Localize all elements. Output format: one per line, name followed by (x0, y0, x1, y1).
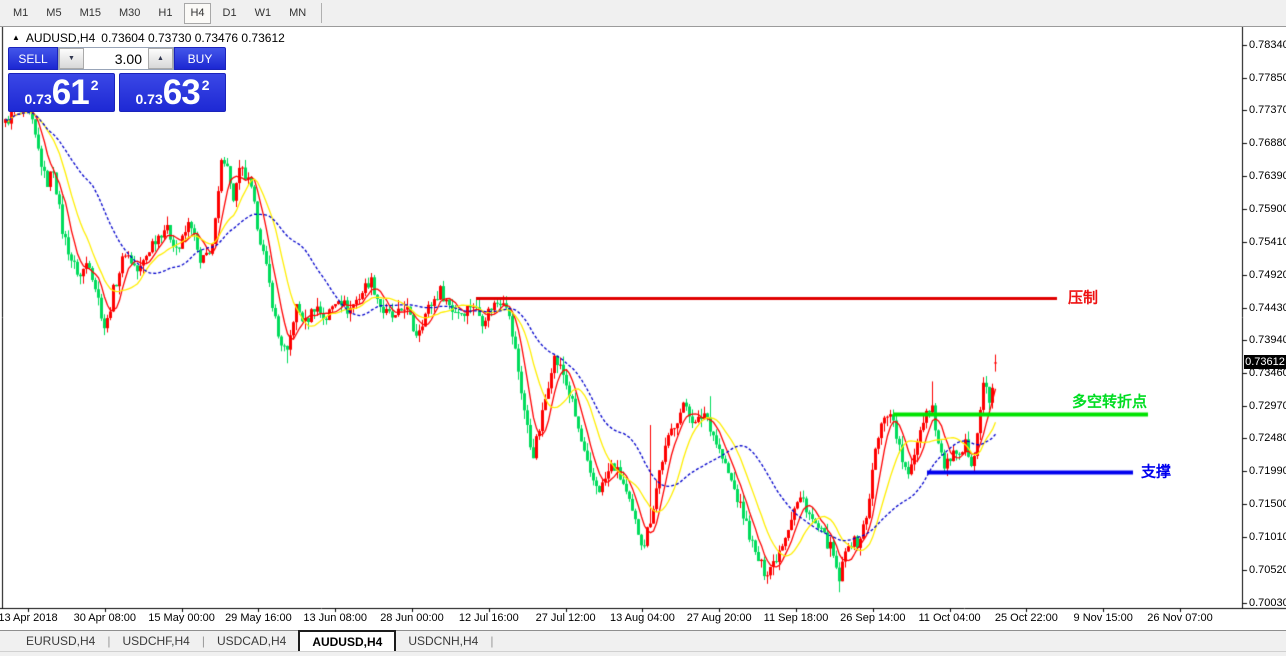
chart-tab-eurusd-h4[interactable]: EURUSD,H4 (14, 631, 107, 651)
sell-price-prefix: 0.73 (25, 91, 52, 107)
y-axis-tick-label: 0.76880 (1249, 137, 1286, 149)
x-axis-tick-label: 28 Jun 00:00 (380, 612, 444, 624)
x-axis-tick-label: 12 Jul 16:00 (459, 612, 519, 624)
volume-decrease-icon[interactable]: ▼ (59, 48, 84, 69)
buy-button[interactable]: BUY (174, 47, 226, 70)
price-chart-canvas[interactable] (0, 27, 1286, 630)
y-axis-tick-label: 0.71500 (1249, 498, 1286, 510)
buy-price-big: 63 (163, 75, 200, 110)
y-axis-tick-label: 0.74430 (1249, 302, 1286, 314)
x-axis-tick-label: 13 Apr 2018 (0, 612, 58, 624)
y-axis-tick-label: 0.78340 (1249, 39, 1286, 51)
y-axis-tick-label: 0.72970 (1249, 400, 1286, 412)
y-axis-tick-label: 0.77370 (1249, 104, 1286, 116)
chart-window: ▲ AUDUSD,H4 0.73604 0.73730 0.73476 0.73… (0, 27, 1286, 630)
timeframe-button-m1[interactable]: M1 (7, 3, 34, 24)
chart-symbol-period: AUDUSD,H4 (26, 31, 95, 45)
y-axis-tick-label: 0.73460 (1249, 367, 1286, 379)
timeframe-button-h1[interactable]: H1 (152, 3, 178, 24)
chart-tab-audusd-h4[interactable]: AUDUSD,H4 (298, 630, 396, 651)
sell-button[interactable]: SELL (8, 47, 58, 70)
status-bar (0, 651, 1286, 656)
timeframe-button-m15[interactable]: M15 (74, 3, 107, 24)
annotation-label: 多空转折点 (1072, 391, 1147, 412)
x-axis-tick-label: 27 Jul 12:00 (536, 612, 596, 624)
volume-increase-icon[interactable]: ▲ (148, 48, 173, 69)
y-axis-tick-label: 0.70520 (1249, 564, 1286, 576)
timeframe-button-w1[interactable]: W1 (249, 3, 278, 24)
y-axis-tick-label: 0.77850 (1249, 72, 1286, 84)
volume-stepper: ▼ 3.00 ▲ (58, 47, 174, 70)
annotation-label: 支撑 (1141, 461, 1171, 482)
x-axis-tick-label: 27 Aug 20:00 (687, 612, 752, 624)
timeframe-button-mn[interactable]: MN (283, 3, 312, 24)
x-axis-tick-label: 26 Nov 07:00 (1147, 612, 1212, 624)
volume-input[interactable]: 3.00 (84, 48, 148, 69)
x-axis-tick-label: 26 Sep 14:00 (840, 612, 905, 624)
annotation-label: 压制 (1068, 287, 1098, 308)
sell-price-big: 61 (52, 75, 89, 110)
x-axis-tick-label: 30 Apr 08:00 (74, 612, 136, 624)
timeframe-button-m5[interactable]: M5 (40, 3, 67, 24)
chart-title: ▲ AUDUSD,H4 0.73604 0.73730 0.73476 0.73… (12, 31, 285, 45)
y-axis-tick-label: 0.70030 (1249, 597, 1286, 609)
chart-tab-usdcad-h4[interactable]: USDCAD,H4 (205, 631, 298, 651)
chart-expand-icon[interactable]: ▲ (12, 33, 20, 42)
x-axis-tick-label: 29 May 16:00 (225, 612, 292, 624)
timeframe-button-m30[interactable]: M30 (113, 3, 146, 24)
timeframe-toolbar: M1 M5 M15 M30 H1 H4 D1 W1MN (0, 0, 1286, 27)
toolbar-separator (321, 3, 322, 23)
sell-price-sup: 2 (91, 77, 99, 93)
y-axis-tick-label: 0.71990 (1249, 465, 1286, 477)
y-axis-tick-label: 0.75410 (1249, 236, 1286, 248)
buy-price-box[interactable]: 0.73 63 2 (119, 73, 226, 112)
x-axis-tick-label: 11 Oct 04:00 (919, 612, 981, 624)
chart-tab-usdchf-h4[interactable]: USDCHF,H4 (110, 631, 201, 651)
one-click-trade-panel: SELL ▼ 3.00 ▲ BUY 0.73 61 2 0.73 63 2 (8, 47, 226, 112)
tab-separator: | (490, 634, 493, 648)
x-axis-tick-label: 9 Nov 15:00 (1074, 612, 1133, 624)
chart-tab-usdcnh-h4[interactable]: USDCNH,H4 (396, 631, 490, 651)
y-axis-tick-label: 0.73940 (1249, 334, 1286, 346)
y-axis-tick-label: 0.75900 (1249, 203, 1286, 215)
chart-tab-bar: EURUSD,H4|USDCHF,H4|USDCAD,H4AUDUSD,H4US… (0, 630, 1286, 651)
timeframe-button-h4[interactable]: H4 (184, 3, 210, 24)
y-axis-tick-label: 0.76390 (1249, 170, 1286, 182)
buy-price-prefix: 0.73 (136, 91, 163, 107)
buy-price-sup: 2 (202, 77, 210, 93)
y-axis-tick-label: 0.74920 (1249, 269, 1286, 281)
y-axis-tick-label: 0.72480 (1249, 432, 1286, 444)
sell-price-box[interactable]: 0.73 61 2 (8, 73, 115, 112)
x-axis-tick-label: 25 Oct 22:00 (995, 612, 1058, 624)
chart-ohlc-values: 0.73604 0.73730 0.73476 0.73612 (101, 31, 285, 45)
x-axis-tick-label: 11 Sep 18:00 (764, 612, 829, 624)
y-axis-tick-label: 0.71010 (1249, 531, 1286, 543)
x-axis-tick-label: 15 May 00:00 (148, 612, 215, 624)
x-axis-tick-label: 13 Jun 08:00 (303, 612, 367, 624)
x-axis-tick-label: 13 Aug 04:00 (610, 612, 675, 624)
timeframe-button-d1[interactable]: D1 (217, 3, 243, 24)
